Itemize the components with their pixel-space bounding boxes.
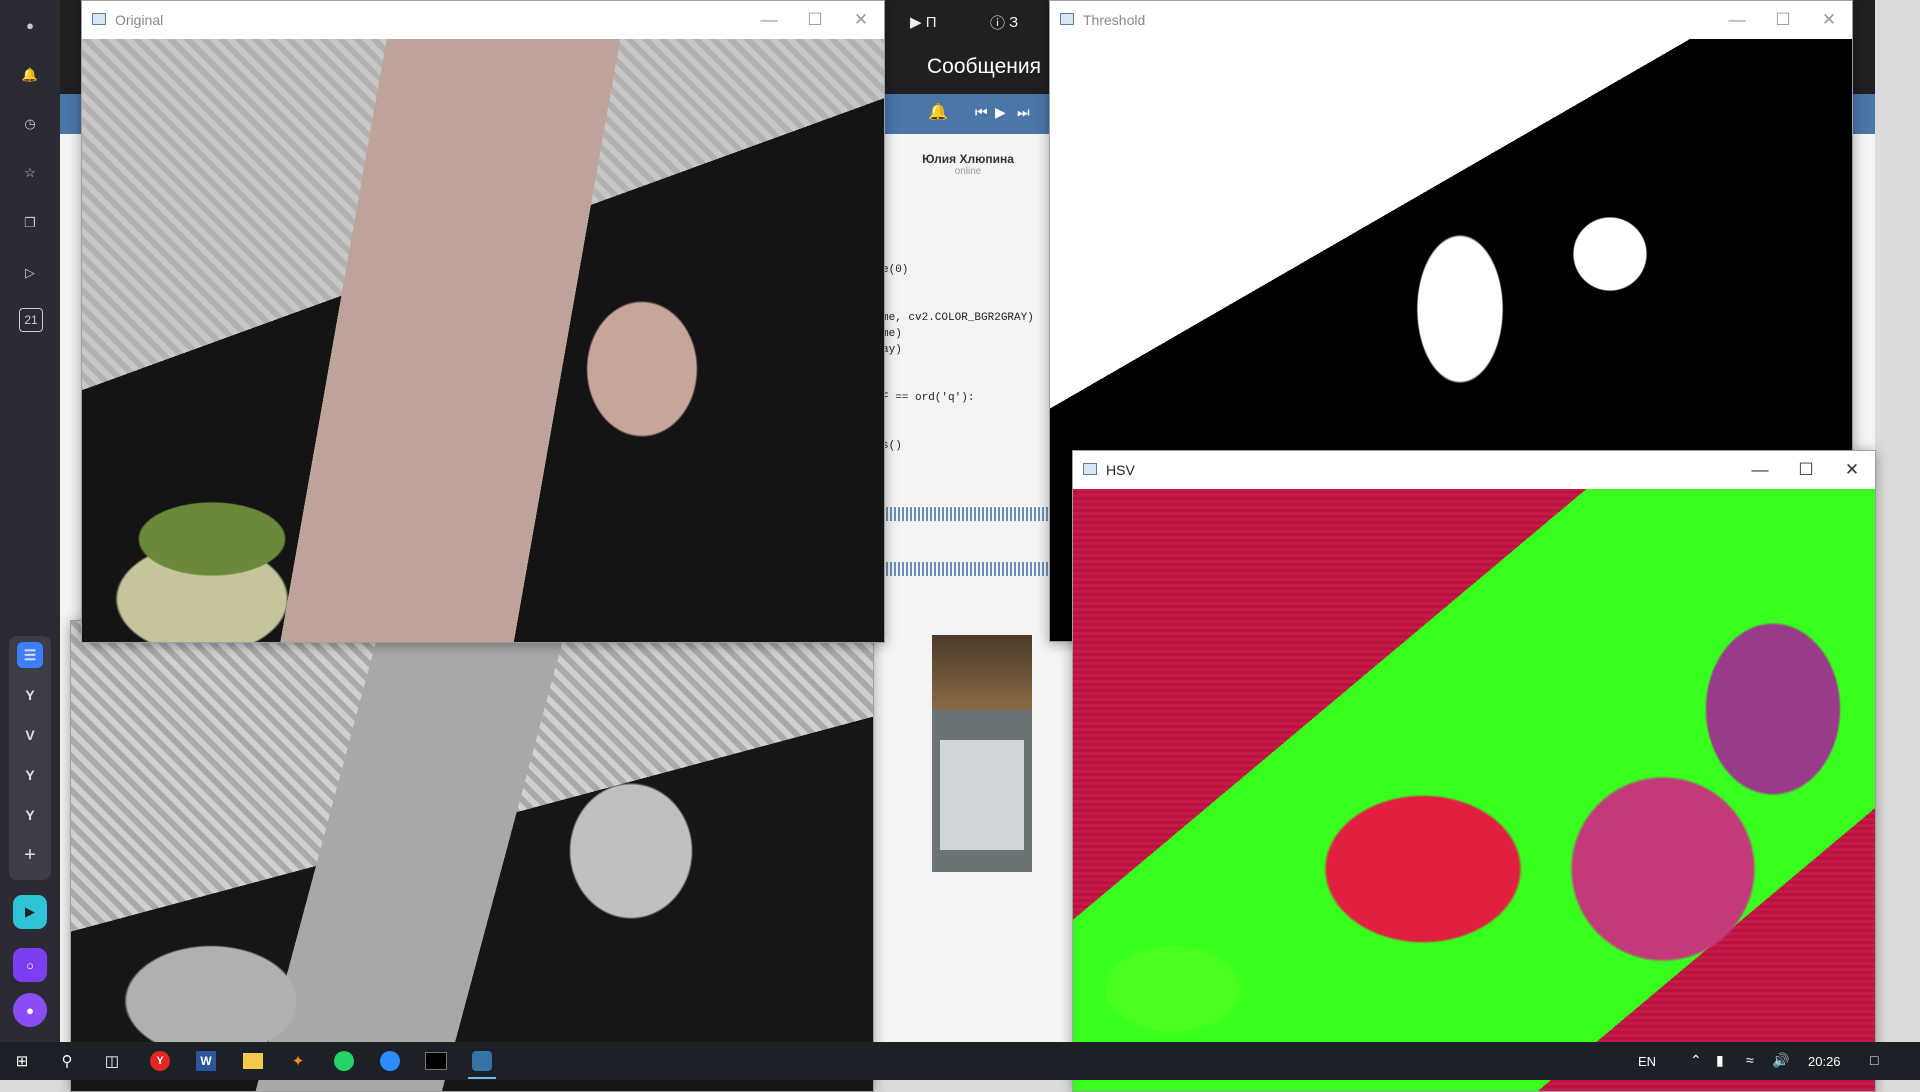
bookmarks-icon[interactable]: ☆ xyxy=(15,158,45,188)
video-background xyxy=(932,635,1032,710)
bell-icon[interactable]: 🔔 xyxy=(928,102,948,122)
side-app-2[interactable]: V xyxy=(17,722,43,748)
title-bar[interactable]: HSV — ☐ ✕ xyxy=(1073,451,1875,489)
profile-icon[interactable]: ● xyxy=(15,10,45,40)
add-app-icon[interactable]: + xyxy=(17,842,43,868)
alice-assistant-icon[interactable]: ● xyxy=(13,993,47,1027)
word-icon[interactable]: W xyxy=(186,1046,226,1076)
close-button[interactable]: ✕ xyxy=(1829,451,1875,489)
grayscale-image xyxy=(71,621,873,1091)
video-participant xyxy=(940,740,1024,850)
code-line: F == ord('q'): xyxy=(882,392,975,404)
wifi-icon[interactable]: ≈ xyxy=(1746,1052,1754,1068)
side-panel-app-group: ☰ Y V Y Y + xyxy=(9,636,51,880)
contact-name: Юлия Хлюпина xyxy=(922,152,1014,166)
app-icon xyxy=(1060,13,1074,25)
code-line: me, cv2.COLOR_BGR2GRAY) xyxy=(882,312,1034,324)
file-explorer-icon[interactable] xyxy=(233,1046,273,1076)
app-icon xyxy=(92,13,106,25)
messenger-icon[interactable]: ▶ xyxy=(13,895,47,929)
hsv-image xyxy=(1073,489,1875,1091)
terminal-icon[interactable] xyxy=(416,1046,456,1076)
video-icon[interactable]: ▷ xyxy=(15,258,45,288)
window-title: Threshold xyxy=(1083,12,1146,28)
media-player-icon[interactable]: ✦ xyxy=(278,1046,318,1076)
notifications-center-icon[interactable]: □ xyxy=(1870,1052,1878,1068)
minimize-button[interactable]: — xyxy=(746,1,792,39)
messenger-title: Сообщения xyxy=(927,55,1041,78)
title-bar[interactable]: Original — ☐ ✕ xyxy=(82,1,884,39)
search-icon[interactable]: ⚲ xyxy=(47,1046,87,1076)
side-app-4[interactable]: Y xyxy=(17,802,43,828)
maximize-button[interactable]: ☐ xyxy=(1783,451,1829,489)
next-track-icon[interactable]: ⏭ xyxy=(1017,104,1030,121)
task-view-icon[interactable]: ◫ xyxy=(92,1046,132,1076)
calendar-icon[interactable]: 21 xyxy=(19,308,43,332)
code-line: e(0) xyxy=(882,264,909,276)
window-title: Original xyxy=(115,12,164,28)
contact-status: online xyxy=(954,166,982,177)
show-hidden-icons-icon[interactable]: ⌃ xyxy=(1690,1052,1702,1069)
window-title: HSV xyxy=(1106,462,1135,478)
play-icon[interactable]: ▶ xyxy=(995,104,1006,121)
alice-app-icon[interactable]: ○ xyxy=(13,948,47,982)
start-icon[interactable]: ⊞ xyxy=(2,1046,42,1076)
battery-icon[interactable]: ▮ xyxy=(1716,1052,1724,1069)
clock[interactable]: 20:26 xyxy=(1808,1054,1841,1069)
app-icon xyxy=(1083,463,1097,475)
notifications-icon[interactable]: 🔔 xyxy=(15,60,45,90)
browser-tab-2[interactable]: ⓘ З xyxy=(990,10,1018,34)
title-bar[interactable]: Threshold — ☐ ✕ xyxy=(1050,1,1852,39)
grayscale-window[interactable] xyxy=(70,620,874,1092)
hsv-window[interactable]: HSV — ☐ ✕ xyxy=(1072,450,1876,1092)
side-panel: ● 🔔 ◷ ☆ ❐ ▷ 21 ☰ Y V Y Y + ▶ ○ ● xyxy=(0,0,60,1042)
original-window[interactable]: Original — ☐ ✕ xyxy=(81,0,885,643)
history-icon[interactable]: ◷ xyxy=(15,109,45,139)
previous-track-icon[interactable]: ⏮ xyxy=(975,104,988,121)
minimize-button[interactable]: — xyxy=(1737,451,1783,489)
video-call-preview[interactable] xyxy=(932,635,1032,872)
maximize-button[interactable]: ☐ xyxy=(792,1,838,39)
whatsapp-icon[interactable] xyxy=(324,1046,364,1076)
language-indicator[interactable]: EN xyxy=(1638,1054,1656,1069)
side-app-1[interactable]: Y xyxy=(17,682,43,708)
zoom-icon[interactable] xyxy=(370,1046,410,1076)
close-button[interactable]: ✕ xyxy=(838,1,884,39)
volume-icon[interactable]: 🔊 xyxy=(1772,1052,1789,1069)
side-app-3[interactable]: Y xyxy=(17,762,43,788)
close-button[interactable]: ✕ xyxy=(1806,1,1852,39)
minimize-button[interactable]: — xyxy=(1714,1,1760,39)
docs-app-icon[interactable]: ☰ xyxy=(17,642,43,668)
python-icon[interactable] xyxy=(462,1046,502,1079)
yandex-browser-icon[interactable]: Y xyxy=(140,1046,180,1076)
browser-tab-1[interactable]: ▶ П xyxy=(910,10,936,34)
chat-contact[interactable]: Юлия Хлюпина online xyxy=(898,152,1038,177)
taskbar: ⊞ ⚲ ◫ Y W ✦ EN ⌃ ▮ ≈ 🔊 20:26 □ xyxy=(0,1042,1920,1080)
maximize-button[interactable]: ☐ xyxy=(1760,1,1806,39)
collections-icon[interactable]: ❐ xyxy=(15,208,45,238)
original-image xyxy=(82,39,884,642)
